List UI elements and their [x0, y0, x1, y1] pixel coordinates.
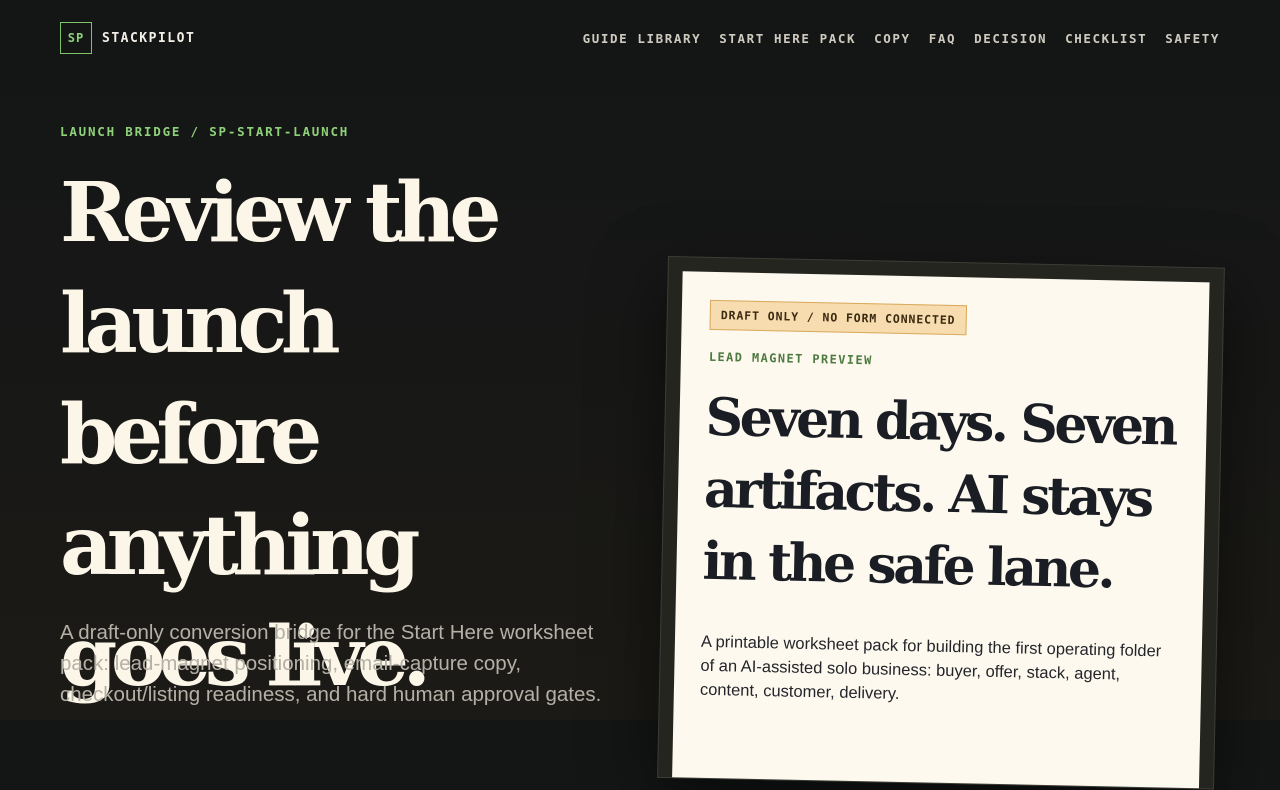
main-nav: GUIDE LIBRARY START HERE PACK COPY FAQ D…	[583, 31, 1220, 46]
nav-guide-library[interactable]: GUIDE LIBRARY	[583, 31, 702, 46]
lead-magnet-preview-frame: DRAFT ONLY / NO FORM CONNECTED LEAD MAGN…	[657, 256, 1225, 790]
preview-label: LEAD MAGNET PREVIEW	[708, 349, 873, 368]
brand-name: STACKPILOT	[102, 30, 196, 46]
nav-copy[interactable]: COPY	[874, 31, 911, 46]
preview-description: A printable worksheet pack for building …	[699, 632, 1162, 703]
preview-title: Seven days. Seven artifacts. AI stays in…	[701, 386, 1176, 601]
nav-checklist[interactable]: CHECKLIST	[1065, 31, 1147, 46]
site-header: SP STACKPILOT GUIDE LIBRARY START HERE P…	[0, 0, 1280, 80]
nav-start-here-pack[interactable]: START HERE PACK	[719, 31, 856, 46]
draft-status-badge: DRAFT ONLY / NO FORM CONNECTED	[709, 299, 967, 336]
hero-subtitle: A draft-only conversion bridge for the S…	[60, 621, 602, 706]
lead-magnet-preview-card: DRAFT ONLY / NO FORM CONNECTED LEAD MAGN…	[672, 271, 1210, 789]
hero-eyebrow: LAUNCH BRIDGE / SP-START-LAUNCH	[60, 124, 350, 139]
logo-mark: SP	[60, 22, 92, 54]
nav-decision[interactable]: DECISION	[974, 31, 1047, 46]
nav-safety[interactable]: SAFETY	[1165, 31, 1220, 46]
brand-logo[interactable]: SP STACKPILOT	[60, 22, 195, 54]
nav-faq[interactable]: FAQ	[929, 31, 956, 46]
